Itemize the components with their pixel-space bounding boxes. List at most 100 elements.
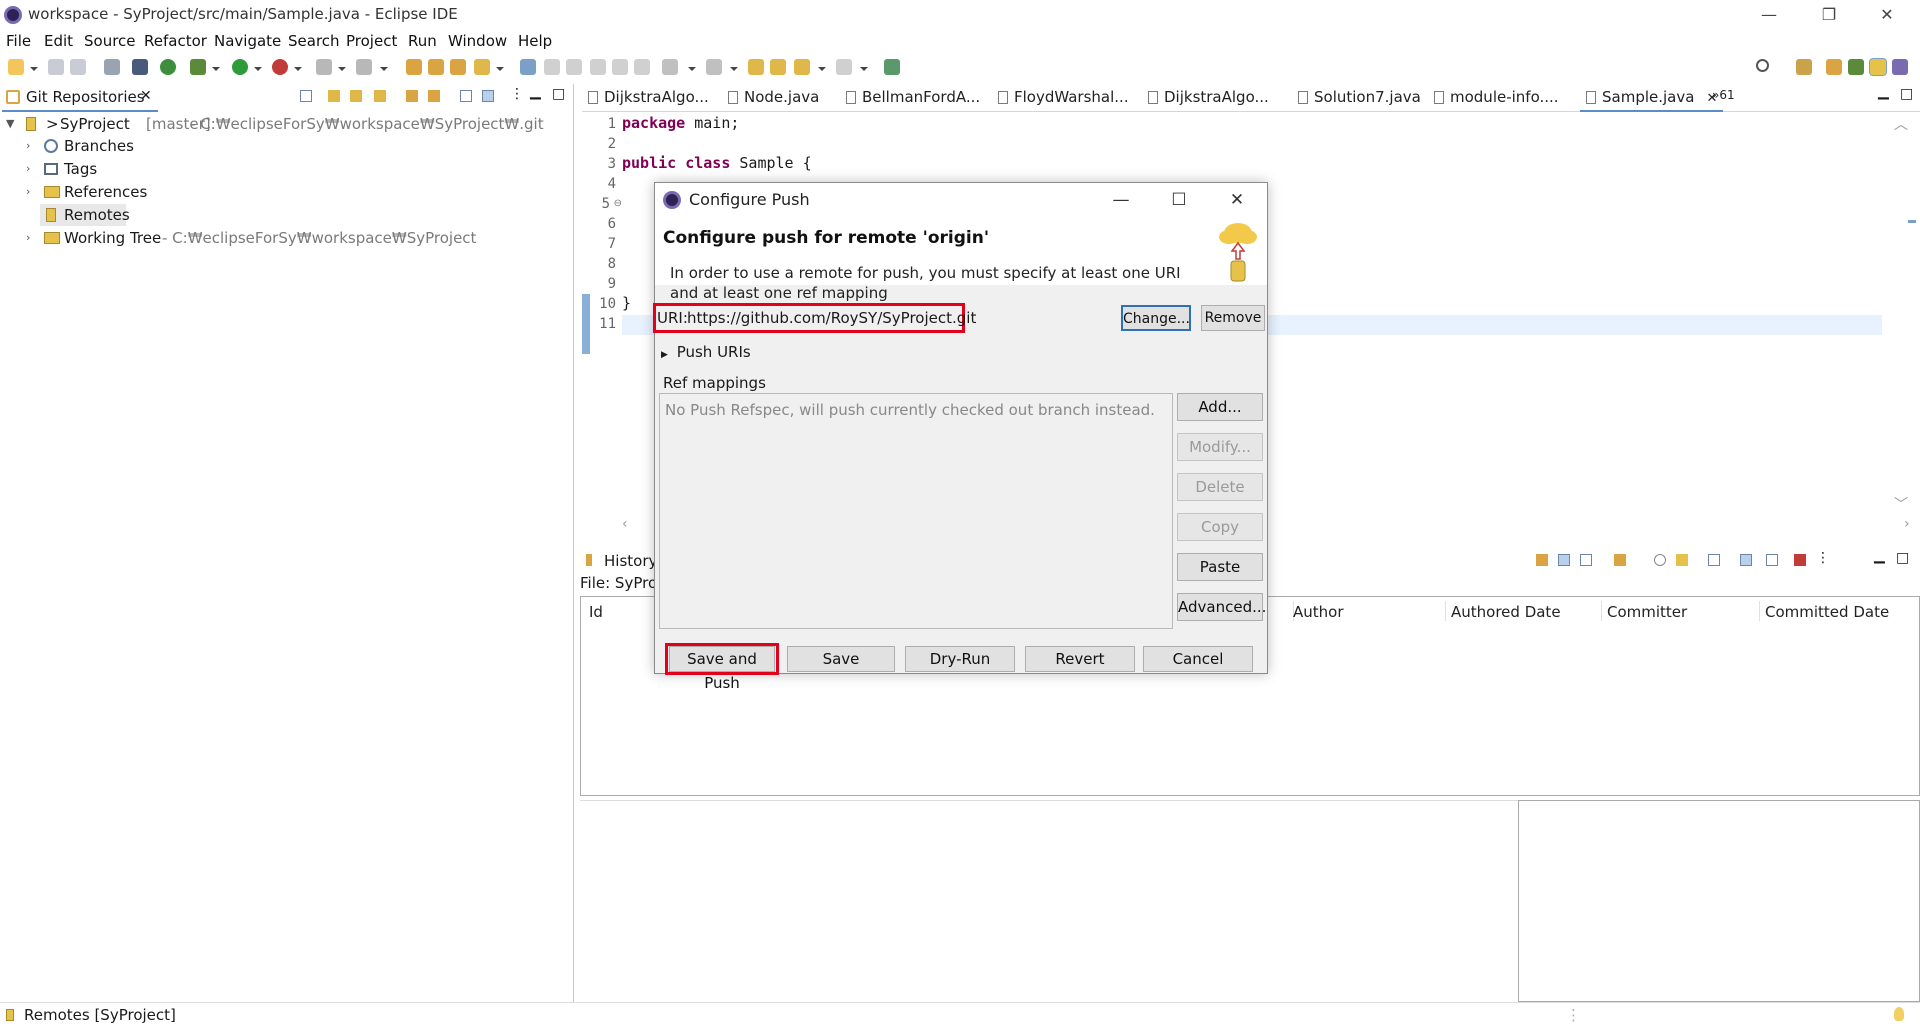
debug-icon[interactable] <box>190 59 206 75</box>
pin-icon[interactable] <box>1580 554 1592 566</box>
push-uris-section[interactable]: ▶ Push URIs <box>661 343 751 361</box>
revert-button[interactable]: Revert <box>1025 646 1135 672</box>
column-separator[interactable] <box>1759 601 1760 621</box>
chevron-down-icon[interactable]: ﹀ <box>1894 494 1908 514</box>
close-button[interactable]: ✕ <box>1864 2 1910 28</box>
restore-button[interactable]: ❐ <box>1806 2 1852 28</box>
terminal-icon[interactable] <box>104 59 120 75</box>
tab-overflow[interactable]: »61 <box>1712 88 1735 102</box>
commit-message-area[interactable] <box>580 800 1518 1002</box>
save-all-icon[interactable] <box>70 59 86 75</box>
chevron-right-icon[interactable]: ▶ <box>661 350 668 360</box>
maximize-button[interactable]: ☐ <box>1153 185 1205 215</box>
view-menu-icon[interactable]: ⋮ <box>1816 550 1830 566</box>
menu-run[interactable]: Run <box>408 32 437 50</box>
maximize-view-icon[interactable]: □ <box>1900 86 1913 102</box>
java-perspective-icon[interactable] <box>1892 59 1908 75</box>
annotation-icon[interactable] <box>520 59 536 75</box>
forward-icon[interactable] <box>836 59 852 75</box>
minimize-button[interactable]: — <box>1095 185 1147 215</box>
chevron-right-icon[interactable]: › <box>1904 516 1910 532</box>
team-perspective-icon[interactable] <box>1826 59 1842 75</box>
copy-refspec-button[interactable]: Copy <box>1177 513 1263 541</box>
repository-filter-icon[interactable] <box>1676 554 1688 566</box>
column-id[interactable]: Id <box>589 603 603 621</box>
file-list-area[interactable] <box>1518 800 1920 1002</box>
paste-refspec-button[interactable]: Paste <box>1177 553 1263 581</box>
save-and-push-button[interactable]: Save and Push <box>669 646 775 692</box>
next-annotation-icon[interactable] <box>662 59 678 75</box>
dialog-close-button[interactable]: ✕ <box>1211 185 1263 215</box>
search-toolbar-icon[interactable] <box>474 59 490 75</box>
menu-refactor[interactable]: Refactor <box>144 32 207 50</box>
chevron-down-icon[interactable] <box>380 67 388 71</box>
disconnect-icon[interactable] <box>356 59 372 75</box>
tree-row-references[interactable]: › References <box>0 181 574 203</box>
show-first-parent-icon[interactable] <box>1766 554 1778 566</box>
menu-search[interactable]: Search <box>288 32 340 50</box>
chevron-right-icon[interactable]: › <box>26 139 30 152</box>
filter-icon[interactable] <box>1708 554 1720 566</box>
chevron-down-icon[interactable] <box>496 67 504 71</box>
remove-uri-button[interactable]: Remove <box>1201 305 1265 331</box>
new-icon[interactable] <box>8 59 24 75</box>
minimize-view-icon[interactable]: ▁ <box>1878 84 1889 100</box>
compare-mode-icon[interactable] <box>1614 554 1626 566</box>
advanced-button[interactable]: Advanced... <box>1177 593 1266 621</box>
view-menu-icon[interactable]: ⋮ <box>510 86 524 102</box>
hierarchical-layout-icon[interactable] <box>460 90 472 102</box>
editor-tab[interactable]: module-info.... <box>1434 88 1559 106</box>
forward-edit-icon[interactable] <box>770 59 786 75</box>
open-resource-icon[interactable] <box>450 59 466 75</box>
editor-tab[interactable]: DijkstraAlgo... <box>588 88 709 106</box>
add-refspec-button[interactable]: Add... <box>1177 393 1263 421</box>
column-committer[interactable]: Committer <box>1607 603 1687 621</box>
change-uri-button[interactable]: Change... <box>1121 305 1191 331</box>
maximize-view-icon[interactable]: □ <box>552 86 565 102</box>
column-author[interactable]: Author <box>1293 603 1344 621</box>
chevron-down-icon[interactable] <box>860 67 868 71</box>
find-icon[interactable] <box>1654 554 1666 566</box>
code-line[interactable]: package main; <box>622 114 739 132</box>
dry-run-button[interactable]: Dry-Run <box>905 646 1015 672</box>
save-icon[interactable] <box>48 59 64 75</box>
chevron-down-icon[interactable] <box>294 67 302 71</box>
delete-refspec-button[interactable]: Delete <box>1177 473 1263 501</box>
show-whitespace-icon[interactable] <box>612 59 628 75</box>
column-authored-date[interactable]: Authored Date <box>1451 603 1561 621</box>
tab-history[interactable]: History <box>604 552 657 570</box>
tree-row-branches[interactable]: › Branches <box>0 135 574 157</box>
column-committed-date[interactable]: Committed Date <box>1765 603 1889 621</box>
pilcrow-icon[interactable] <box>634 59 650 75</box>
editor-tab[interactable]: Solution7.java <box>1298 88 1421 106</box>
link-with-selection-icon[interactable] <box>1536 554 1548 566</box>
editor-tab[interactable]: BellmanFordA... <box>846 88 980 106</box>
chevron-up-icon[interactable]: ︿ <box>1894 114 1908 134</box>
block-selection-icon[interactable] <box>566 59 582 75</box>
close-icon[interactable]: ✕ <box>140 88 152 104</box>
add-repository-icon[interactable] <box>350 90 362 102</box>
chevron-right-icon[interactable]: › <box>26 162 30 175</box>
link-editor-icon[interactable] <box>1558 554 1570 566</box>
tree-row-repository[interactable]: ▼ > SyProject [master] - C:₩eclipseForSy… <box>0 113 574 135</box>
external-tools-icon[interactable] <box>272 59 288 75</box>
lightbulb-icon[interactable] <box>1894 1007 1904 1021</box>
editor-tab[interactable]: Node.java <box>728 88 819 106</box>
menu-source[interactable]: Source <box>84 32 136 50</box>
chevron-down-icon[interactable] <box>338 67 346 71</box>
editor-tab[interactable]: FloydWarshal... <box>998 88 1129 106</box>
show-all-branches-icon[interactable] <box>1740 554 1752 566</box>
collapse-all-icon[interactable] <box>300 90 312 102</box>
minimize-view-icon[interactable]: ▁ <box>530 84 541 100</box>
link-editor-icon[interactable] <box>482 90 494 102</box>
git-perspective-icon[interactable] <box>1869 58 1887 76</box>
editor-tab[interactable]: DijkstraAlgo... <box>1148 88 1269 106</box>
link-with-selection-icon[interactable] <box>328 90 340 102</box>
maximize-view-icon[interactable]: □ <box>1896 550 1909 566</box>
chevron-down-icon[interactable] <box>688 67 696 71</box>
tree-row-working-tree[interactable]: › Working Tree - C:₩eclipseForSy₩workspa… <box>0 227 574 249</box>
stop-icon[interactable] <box>316 59 332 75</box>
column-separator[interactable] <box>1445 601 1446 621</box>
menu-help[interactable]: Help <box>518 32 552 50</box>
open-folder-icon[interactable] <box>428 59 444 75</box>
